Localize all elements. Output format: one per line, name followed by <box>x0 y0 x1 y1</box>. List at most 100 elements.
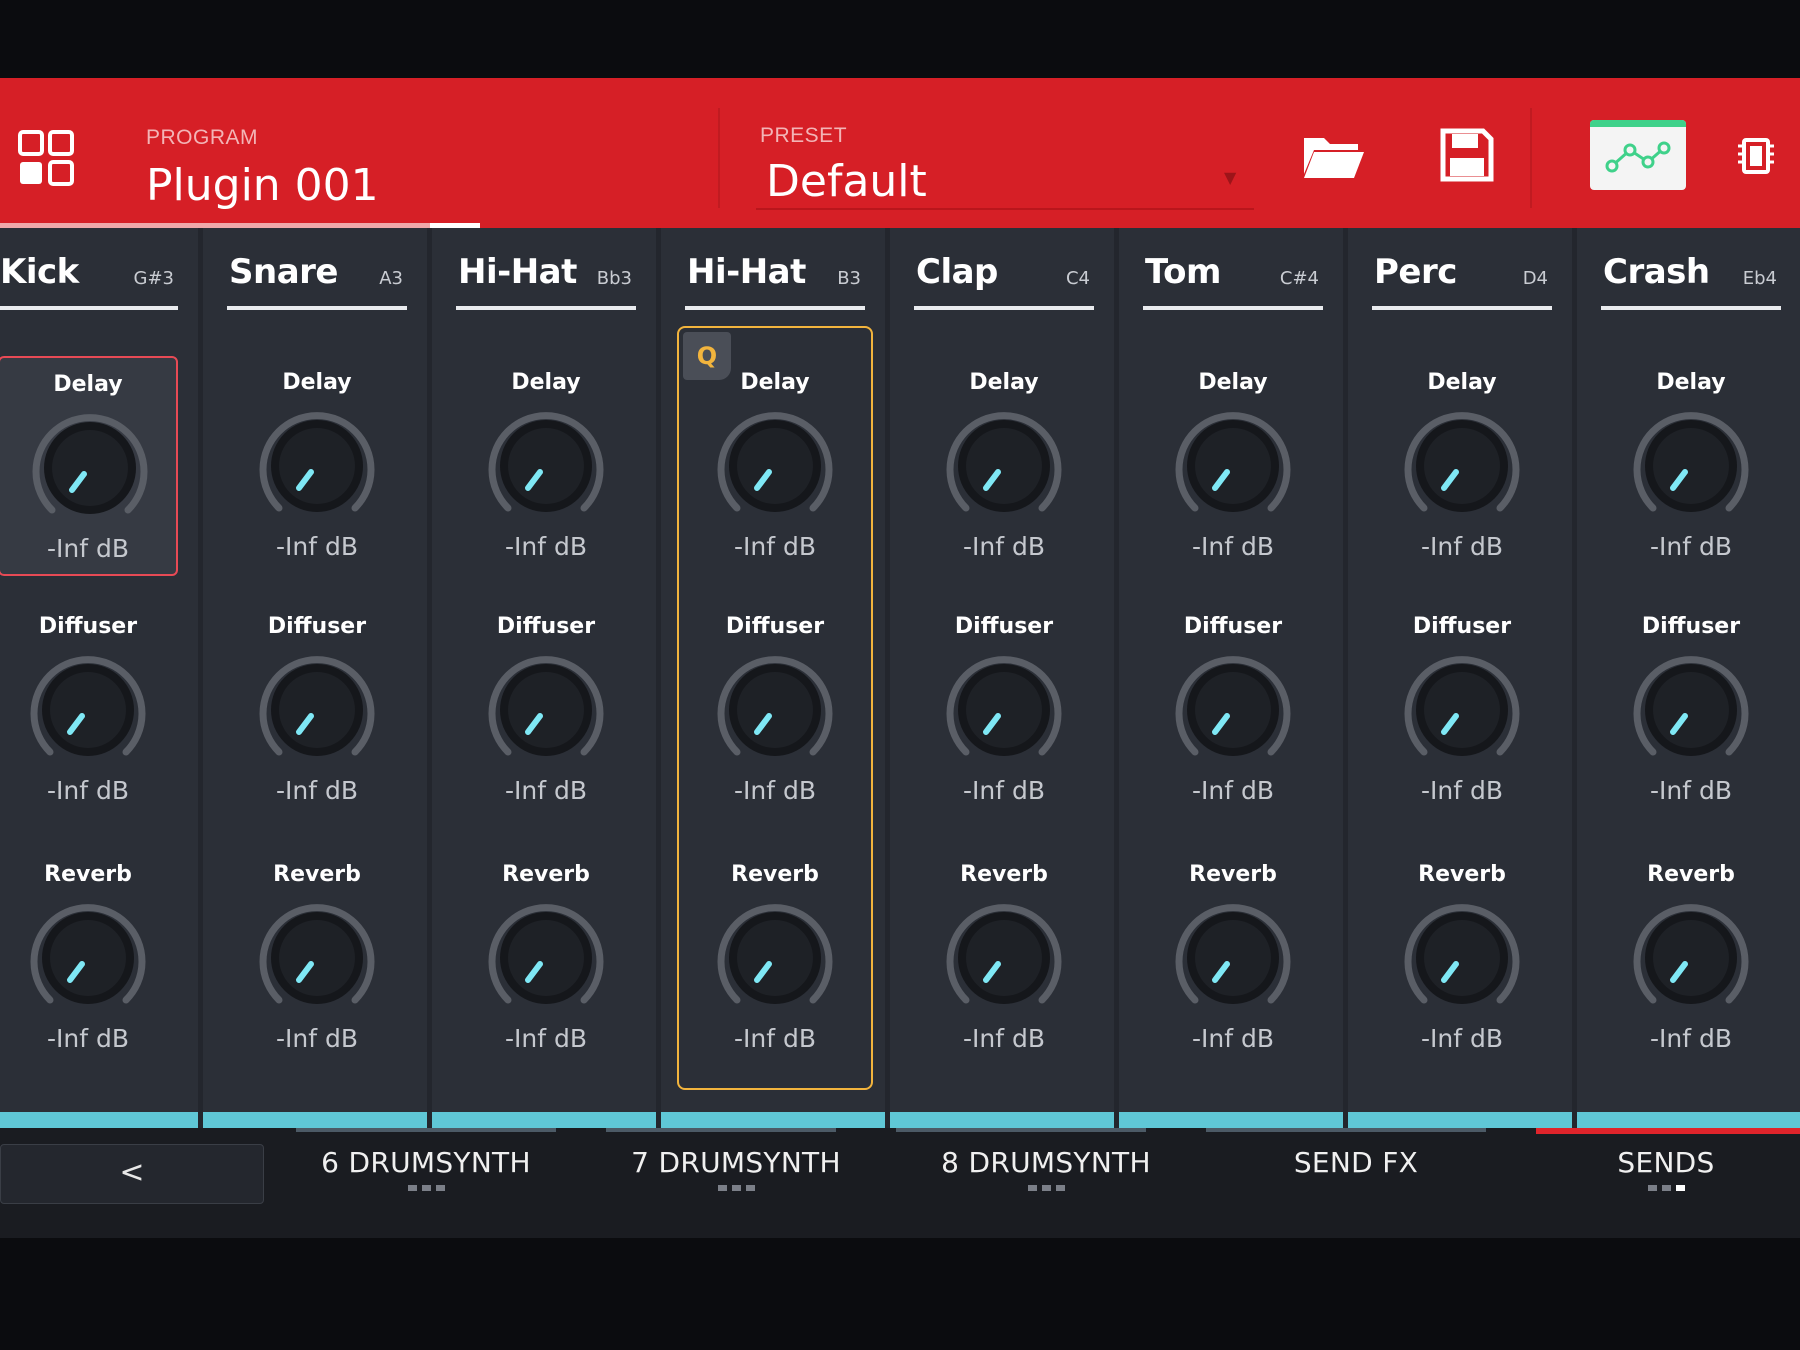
automation-button[interactable] <box>1590 120 1686 190</box>
channel-strip: Kick G#3 Delay -Inf dB Diffuser -Inf dB Reverb… <box>0 228 198 1128</box>
send-label: Diffuser <box>496 614 596 639</box>
channel-strip: Clap C4 Delay -Inf dB Diffuser -Inf dB Reverb -… <box>890 228 1114 1128</box>
chevron-down-icon[interactable]: ▼ <box>1224 168 1236 187</box>
send-knob-control[interactable]: Reverb -Inf dB <box>1372 848 1552 1068</box>
send-label: Delay <box>1198 370 1268 395</box>
save-icon[interactable] <box>1440 128 1494 182</box>
send-value: -Inf dB <box>504 776 587 805</box>
channel-strip: Tom C#4 Delay -Inf dB Diffuser -Inf dB Reverb -… <box>1119 228 1343 1128</box>
knob-icon[interactable] <box>255 896 379 1020</box>
send-label: Diffuser <box>1412 614 1512 639</box>
send-label: Diffuser <box>267 614 367 639</box>
knob-icon[interactable] <box>255 404 379 528</box>
chip-icon[interactable] <box>1736 134 1776 178</box>
send-knob-control[interactable]: Delay -Inf dB <box>914 356 1094 576</box>
tab-hint <box>296 1128 556 1132</box>
send-value: -Inf dB <box>1649 532 1732 561</box>
sends-screen: PROGRAM Plugin 001 PRESET Default ▼ Kick… <box>0 78 1800 1238</box>
channel-note: C#4 <box>1279 268 1319 289</box>
channel-note: B3 <box>837 268 861 289</box>
channel-note: A3 <box>379 268 403 289</box>
tab-send-fx[interactable]: SEND FX <box>1211 1146 1501 1216</box>
grid-icon[interactable] <box>18 130 74 186</box>
program-name[interactable]: Plugin 001 <box>146 160 379 211</box>
send-knob-control[interactable]: Delay -Inf dB <box>685 356 865 576</box>
send-knob-control[interactable]: Delay -Inf dB <box>227 356 407 576</box>
channel-name[interactable]: Snare <box>229 252 338 292</box>
knob-icon[interactable] <box>484 404 608 528</box>
tab-sends[interactable]: SENDS <box>1521 1146 1800 1216</box>
channel-note: Bb3 <box>596 268 632 289</box>
knob-icon[interactable] <box>942 648 1066 772</box>
tab-hint <box>606 1128 836 1132</box>
folder-icon[interactable] <box>1300 128 1366 184</box>
preset-selector[interactable]: Default <box>766 156 927 207</box>
knob-icon[interactable] <box>713 404 837 528</box>
send-knob-control[interactable]: Diffuser -Inf dB <box>1143 600 1323 820</box>
knob-icon[interactable] <box>484 648 608 772</box>
knob-icon[interactable] <box>1400 404 1524 528</box>
knob-icon[interactable] <box>26 648 150 772</box>
back-button[interactable]: < <box>0 1144 264 1204</box>
knob-icon[interactable] <box>1171 648 1295 772</box>
send-knob-control[interactable]: Reverb -Inf dB <box>456 848 636 1068</box>
knob-icon[interactable] <box>1400 648 1524 772</box>
channel-underline <box>685 306 865 310</box>
knob-icon[interactable] <box>484 896 608 1020</box>
send-knob-control[interactable]: Delay -Inf dB <box>1143 356 1323 576</box>
send-knob-control[interactable]: Reverb -Inf dB <box>227 848 407 1068</box>
send-value: -Inf dB <box>962 532 1045 561</box>
send-knob-control[interactable]: Delay -Inf dB <box>1372 356 1552 576</box>
channel-name[interactable]: Hi-Hat <box>458 252 577 292</box>
send-knob-control[interactable]: Reverb -Inf dB <box>685 848 865 1068</box>
channel-name[interactable]: Perc <box>1374 252 1457 292</box>
send-value: -Inf dB <box>733 532 816 561</box>
send-knob-control[interactable]: Reverb -Inf dB <box>1143 848 1323 1068</box>
knob-icon[interactable] <box>1629 404 1753 528</box>
send-knob-control[interactable]: Delay -Inf dB <box>1601 356 1781 576</box>
knob-icon[interactable] <box>1629 648 1753 772</box>
channel-strip: Perc D4 Delay -Inf dB Diffuser -Inf dB Reverb -… <box>1348 228 1572 1128</box>
header-divider <box>1530 108 1532 208</box>
knob-icon[interactable] <box>713 896 837 1020</box>
channel-note: D4 <box>1522 268 1548 289</box>
channel-name[interactable]: Clap <box>916 252 998 292</box>
channel-name[interactable]: Hi-Hat <box>687 252 806 292</box>
send-value: -Inf dB <box>1191 532 1274 561</box>
tab-6-drumsynth[interactable]: 6 DRUMSYNTH <box>281 1146 571 1216</box>
tab-label: 8 DRUMSYNTH <box>941 1146 1151 1179</box>
send-label: Reverb <box>1418 862 1506 887</box>
knob-icon[interactable] <box>942 404 1066 528</box>
channel-note: C4 <box>1065 268 1090 289</box>
knob-icon[interactable] <box>1400 896 1524 1020</box>
knob-icon[interactable] <box>713 648 837 772</box>
tab-8-drumsynth[interactable]: 8 DRUMSYNTH <box>901 1146 1191 1216</box>
knob-icon[interactable] <box>255 648 379 772</box>
send-knob-control[interactable]: Diffuser -Inf dB <box>1372 600 1552 820</box>
send-knob-control[interactable]: Delay -Inf dB <box>456 356 636 576</box>
channel-name[interactable]: Kick <box>0 252 79 292</box>
knob-icon[interactable] <box>1629 896 1753 1020</box>
send-knob-control[interactable]: Diffuser -Inf dB <box>227 600 407 820</box>
knob-icon[interactable] <box>28 406 152 530</box>
knob-icon[interactable] <box>942 896 1066 1020</box>
knob-icon[interactable] <box>1171 404 1295 528</box>
send-knob-control[interactable]: Delay -Inf dB <box>0 356 178 576</box>
send-knob-control[interactable]: Reverb -Inf dB <box>914 848 1094 1068</box>
header-divider <box>718 108 720 208</box>
send-knob-control[interactable]: Reverb -Inf dB <box>0 848 178 1068</box>
send-knob-control[interactable]: Diffuser -Inf dB <box>456 600 636 820</box>
channel-name[interactable]: Tom <box>1145 252 1221 292</box>
tab-page-dots <box>901 1185 1191 1191</box>
tab-7-drumsynth[interactable]: 7 DRUMSYNTH <box>591 1146 881 1216</box>
channel-name[interactable]: Crash <box>1603 252 1710 292</box>
channel-strip: Hi-Hat B3 Q Delay -Inf dB Diffuser -Inf dB Reve… <box>661 228 885 1128</box>
send-knob-control[interactable]: Diffuser -Inf dB <box>685 600 865 820</box>
knob-icon[interactable] <box>1171 896 1295 1020</box>
send-knob-control[interactable]: Diffuser -Inf dB <box>914 600 1094 820</box>
knob-icon[interactable] <box>26 896 150 1020</box>
send-label: Reverb <box>44 862 132 887</box>
send-knob-control[interactable]: Diffuser -Inf dB <box>1601 600 1781 820</box>
send-knob-control[interactable]: Diffuser -Inf dB <box>0 600 178 820</box>
send-knob-control[interactable]: Reverb -Inf dB <box>1601 848 1781 1068</box>
